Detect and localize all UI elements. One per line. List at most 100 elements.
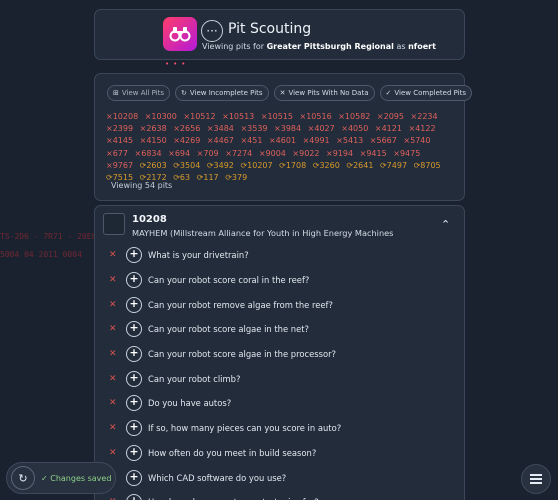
save-status-toast: ↻ ✓ Changes saved bbox=[6, 462, 116, 494]
team-link[interactable]: ⟳3504 bbox=[173, 161, 200, 170]
team-link[interactable]: ⟳2603 bbox=[140, 161, 167, 170]
team-link[interactable]: ×9767 bbox=[106, 161, 133, 170]
add-answer-button[interactable]: + bbox=[126, 247, 142, 264]
view-all-pits-button[interactable]: ⊞ View All Pits bbox=[107, 85, 171, 101]
add-answer-button[interactable]: + bbox=[126, 420, 142, 437]
view-incomplete-pits-button[interactable]: ↻ View Incomplete Pits bbox=[175, 85, 269, 101]
team-link[interactable]: ×4150 bbox=[140, 136, 167, 145]
unanswered-x-icon: ✕ bbox=[109, 447, 117, 458]
unanswered-x-icon: ✕ bbox=[109, 324, 117, 335]
event-subtitle: Viewing pits for Greater Pittsburgh Regi… bbox=[202, 42, 436, 51]
team-link[interactable]: ⟳117 bbox=[197, 173, 219, 182]
team-link[interactable]: ⟳3260 bbox=[313, 161, 340, 170]
add-answer-button[interactable]: + bbox=[126, 296, 142, 313]
toast-text: Changes saved bbox=[50, 473, 112, 483]
team-link[interactable]: ×2656 bbox=[173, 124, 200, 133]
team-link[interactable]: ×10513 bbox=[222, 112, 254, 121]
hamburger-menu-button[interactable] bbox=[521, 464, 551, 494]
toast-message: ✓ Changes saved bbox=[41, 474, 111, 483]
question-text: Do you have autos? bbox=[148, 398, 232, 409]
team-link[interactable]: ×4027 bbox=[308, 124, 335, 133]
unanswered-x-icon: ✕ bbox=[109, 349, 117, 360]
team-link[interactable]: ×4145 bbox=[106, 136, 133, 145]
view-no-data-pits-button[interactable]: ✕ View Pits With No Data bbox=[273, 85, 375, 101]
unanswered-x-icon: ✕ bbox=[109, 250, 117, 261]
team-link[interactable]: ×9004 bbox=[259, 149, 286, 158]
add-answer-button[interactable]: + bbox=[126, 321, 142, 338]
team-link[interactable]: ⟳3492 bbox=[207, 161, 234, 170]
team-link[interactable]: ×4121 bbox=[375, 124, 402, 133]
unanswered-x-icon: ✕ bbox=[109, 398, 117, 409]
header-card: ··· Pit Scouting Viewing pits for Greate… bbox=[94, 9, 465, 60]
team-link[interactable]: ×2095 bbox=[377, 112, 404, 121]
team-link[interactable]: ×4269 bbox=[173, 136, 200, 145]
question-row: ✕ + Can your robot score coral in the reef… bbox=[109, 268, 449, 293]
team-link[interactable]: ×10512 bbox=[183, 112, 215, 121]
background-text: 5004 04 2011 0004 bbox=[0, 250, 82, 259]
team-link[interactable]: ×4122 bbox=[408, 124, 435, 133]
team-link[interactable]: ⟳7497 bbox=[380, 161, 407, 170]
sync-icon[interactable]: ↻ bbox=[11, 466, 35, 490]
team-link[interactable]: ×6834 bbox=[135, 149, 162, 158]
team-link[interactable]: ×709 bbox=[197, 149, 219, 158]
question-row: ✕ + How often do you meet in build season? bbox=[109, 441, 449, 466]
team-link[interactable]: ×9415 bbox=[360, 149, 387, 158]
add-answer-button[interactable]: + bbox=[126, 395, 142, 412]
team-link[interactable]: ×4467 bbox=[207, 136, 234, 145]
view-completed-pits-button[interactable]: ✓ View Completed Pits bbox=[379, 85, 473, 101]
team-link[interactable]: ×10208 bbox=[106, 112, 138, 121]
team-link[interactable]: ⟳63 bbox=[173, 173, 190, 182]
question-row: ✕ + Can your robot climb? bbox=[109, 366, 449, 391]
add-answer-button[interactable]: + bbox=[126, 272, 142, 289]
team-link[interactable]: ×10300 bbox=[145, 112, 177, 121]
team-link[interactable]: ×4991 bbox=[303, 136, 330, 145]
team-link[interactable]: ×694 bbox=[168, 149, 190, 158]
add-answer-button[interactable]: + bbox=[126, 469, 142, 486]
team-image bbox=[103, 213, 125, 235]
event-name: Greater Pittsburgh Regional bbox=[266, 42, 394, 51]
team-link[interactable]: ×5740 bbox=[403, 136, 430, 145]
team-link[interactable]: ×2234 bbox=[411, 112, 438, 121]
team-link[interactable]: ×10582 bbox=[338, 112, 370, 121]
add-answer-button[interactable]: + bbox=[126, 370, 142, 387]
unanswered-x-icon: ✕ bbox=[109, 275, 117, 286]
as-word: as bbox=[396, 42, 406, 51]
team-link[interactable]: ×451 bbox=[240, 136, 262, 145]
question-list: ✕ + What is your drivetrain? ✕ + Can your rob… bbox=[109, 243, 449, 500]
team-link[interactable]: ×2638 bbox=[140, 124, 167, 133]
team-link[interactable]: ×5413 bbox=[336, 136, 363, 145]
filter-label: View Incomplete Pits bbox=[189, 89, 263, 97]
team-link[interactable]: ×9022 bbox=[292, 149, 319, 158]
page-title: Pit Scouting bbox=[228, 21, 312, 37]
viewing-count: Viewing 54 pits bbox=[111, 181, 173, 190]
team-link[interactable]: ×3484 bbox=[207, 124, 234, 133]
team-link[interactable]: ⟳10207 bbox=[240, 161, 272, 170]
team-link[interactable]: ⟳1708 bbox=[279, 161, 306, 170]
refresh-icon: ↻ bbox=[181, 89, 187, 97]
team-link[interactable]: ×4601 bbox=[269, 136, 296, 145]
team-link[interactable]: ×2399 bbox=[106, 124, 133, 133]
team-link[interactable]: ⟳379 bbox=[225, 173, 247, 182]
chevron-up-icon[interactable]: ⌃ bbox=[441, 219, 451, 230]
team-link[interactable]: ×9194 bbox=[326, 149, 353, 158]
close-icon: ✕ bbox=[279, 89, 286, 97]
question-row: ✕+Which CAD software do you use? bbox=[109, 465, 449, 490]
team-link[interactable]: ×3539 bbox=[240, 124, 267, 133]
team-link[interactable]: ⟳2641 bbox=[346, 161, 373, 170]
filter-label: View Pits With No Data bbox=[288, 89, 369, 97]
unanswered-x-icon: ✕ bbox=[109, 373, 117, 384]
more-options-button[interactable]: ··· bbox=[201, 20, 223, 42]
team-link[interactable]: ×4050 bbox=[341, 124, 368, 133]
team-link[interactable]: ×7274 bbox=[225, 149, 252, 158]
team-link[interactable]: ×10515 bbox=[261, 112, 293, 121]
team-link[interactable]: ⟳8705 bbox=[414, 161, 441, 170]
teams-card: ⊞ View All Pits ↻ View Incomplete Pits ✕… bbox=[94, 73, 473, 201]
team-link[interactable]: ×3984 bbox=[274, 124, 301, 133]
add-answer-button[interactable]: + bbox=[126, 494, 142, 500]
team-link[interactable]: ×9475 bbox=[393, 149, 420, 158]
team-link[interactable]: ×677 bbox=[106, 149, 128, 158]
team-link[interactable]: ×10516 bbox=[300, 112, 332, 121]
add-answer-button[interactable]: + bbox=[126, 346, 142, 363]
add-answer-button[interactable]: + bbox=[126, 444, 142, 461]
team-link[interactable]: ×5667 bbox=[370, 136, 397, 145]
